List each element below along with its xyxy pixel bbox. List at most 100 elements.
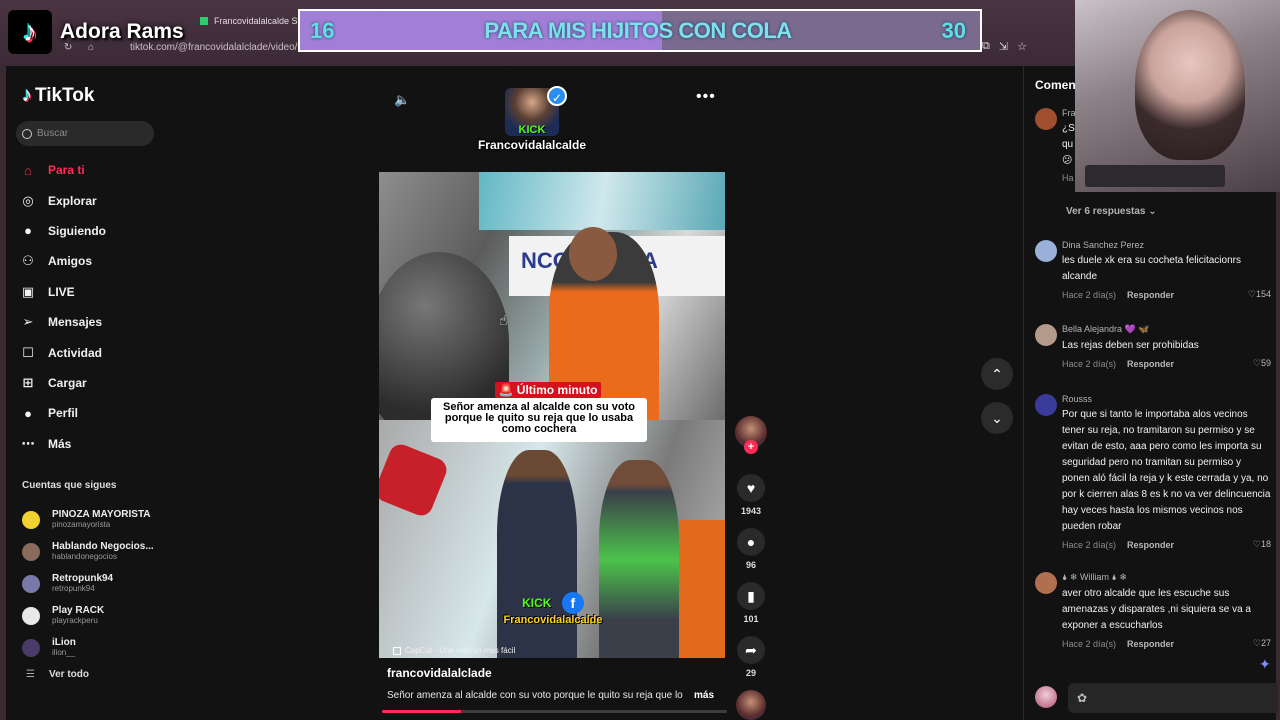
sidebar-item-cargar[interactable]: ⊞ Cargar <box>19 368 169 398</box>
following-list: PINOZA MAYORISTA pinozamayorista Hablando … <box>22 504 172 664</box>
share-icon[interactable]: ➦ <box>737 636 765 664</box>
goal-title: PARA MIS HIJITOS CON COLA <box>484 17 792 43</box>
see-all-label: Ver todo <box>48 669 89 680</box>
sidebar: ♪ TikTok Buscar ⌂ Para ti ◎ Explorar ● Siguie… <box>6 66 176 720</box>
action-rail: + ♥ 1943 ● 96 ▮ 101 ➦ 29 <box>735 416 767 720</box>
avatar <box>22 639 40 657</box>
kick-handle: Francovidalalcalde <box>503 614 603 626</box>
sidebar-item-label: Perfil <box>48 406 79 421</box>
translate-icon[interactable]: ⧉ <box>982 40 990 53</box>
heart-icon[interactable]: ♥ <box>737 474 765 502</box>
video-watermark: ✓ KICK Francovidalalcalde <box>476 86 588 170</box>
comment-user[interactable]: Dina Sanchez Perez <box>1062 240 1271 250</box>
account-name: Play RACK <box>52 605 105 616</box>
sidebar-item-para-ti[interactable]: ⌂ Para ti <box>19 155 169 185</box>
main-nav: ⌂ Para ti ◎ Explorar ● Siguiendo ⚇ Amigos ▣ LIVE ➢… <box>19 155 169 459</box>
sidebar-item-label: LIVE <box>48 284 75 299</box>
sound-avatar[interactable] <box>736 690 766 720</box>
comment-input[interactable]: ✿ <box>1068 683 1278 713</box>
previous-video-button[interactable]: ⌃ <box>981 358 1013 390</box>
sidebar-item-perfil[interactable]: ● Perfil <box>19 398 169 428</box>
comment-time: Hace 2 día(s) <box>1062 358 1117 369</box>
video-author[interactable]: francovidalalclade <box>387 666 492 680</box>
sidebar-item-siguiendo[interactable]: ● Siguiendo <box>19 216 169 246</box>
watermark-kick: KICK <box>518 124 546 136</box>
emoji-icon[interactable]: ✿ <box>1077 691 1087 705</box>
comment-like-count[interactable]: ♡18 <box>1253 539 1271 550</box>
comment-item: 🌢 ❄ William 🌢 ❄ aver otro alcalde que les… <box>1035 572 1271 649</box>
star-icon[interactable]: ☆ <box>1017 40 1027 53</box>
comment-avatar[interactable] <box>1035 240 1057 262</box>
next-video-button[interactable]: ⌄ <box>981 402 1013 434</box>
comment-like-count[interactable]: ♡154 <box>1248 289 1271 300</box>
sidebar-item-amigos[interactable]: ⚇ Amigos <box>19 246 169 276</box>
webcam-overlay <box>1075 0 1280 192</box>
my-avatar <box>1035 686 1057 708</box>
comment-avatar[interactable] <box>1035 572 1057 594</box>
streamer-name: Adora Rams <box>60 20 184 43</box>
followed-account[interactable]: iLion ilion__ <box>22 632 172 664</box>
followed-account[interactable]: Play RACK playrackperu <box>22 600 172 632</box>
sidebar-item-más[interactable]: ⋯ Más <box>19 429 169 459</box>
comment-user[interactable]: Bella Alejandra 💜 🦋 <box>1062 324 1271 335</box>
follow-plus-icon[interactable]: + <box>744 440 758 454</box>
reply-button[interactable]: Responder <box>1127 639 1174 649</box>
officer-figure-2 <box>599 460 679 658</box>
goal-current: 16 <box>310 17 335 43</box>
comment-like-count[interactable]: ♡27 <box>1253 638 1271 649</box>
comment-text: Las rejas deben ser prohibidas <box>1062 340 1199 351</box>
sidebar-item-mensajes[interactable]: ➢ Mensajes <box>19 307 169 337</box>
comment-like-count[interactable]: ♡59 <box>1253 358 1271 369</box>
view-replies-link[interactable]: Ver 6 respuestas ⌄ <box>1066 206 1157 217</box>
avatar <box>22 543 40 561</box>
sidebar-item-explorar[interactable]: ◎ Explorar <box>19 185 169 215</box>
description-more-link[interactable]: más <box>694 690 714 701</box>
account-handle: retropunk94 <box>52 584 95 593</box>
chevron-down-icon: ⌄ <box>991 409 1003 426</box>
comment-avatar[interactable] <box>1035 394 1057 416</box>
capcut-tag[interactable]: CapCut - Una edición más fácil <box>393 646 515 655</box>
comment-avatar[interactable] <box>1035 108 1057 130</box>
video-player[interactable]: NCO VIDALA 🚨 Último minuto 🚨 Señor amenz… <box>379 172 725 658</box>
account-name: PINOZA MAYORISTA <box>52 509 151 520</box>
comment-text: Por que si tanto le importaba alos vecin… <box>1062 409 1271 532</box>
following-title: Cuentas que sigues <box>22 480 117 491</box>
followed-account[interactable]: Hablando Negocios... hablandonegocios <box>22 536 172 568</box>
video-progress-bar[interactable] <box>382 710 727 713</box>
sidebar-item-label: Explorar <box>48 193 97 208</box>
sidebar-item-label: Actividad <box>48 345 103 360</box>
see-all-link[interactable]: ☰ Ver todo <box>26 669 89 680</box>
video-caption: Señor amenza al alcalde con su voto porq… <box>431 398 647 442</box>
watermark-handle: Francovidalalcalde <box>477 138 587 152</box>
following-avatar-icon: ● <box>24 223 32 239</box>
comment-avatar[interactable] <box>1035 324 1057 346</box>
more-options-icon[interactable]: ••• <box>696 88 716 106</box>
sidebar-item-actividad[interactable]: ☐ Actividad <box>19 337 169 367</box>
sidebar-item-live[interactable]: ▣ LIVE <box>19 277 169 307</box>
search-input[interactable]: Buscar <box>16 121 154 146</box>
send-icon: ➢ <box>22 314 34 330</box>
reply-button[interactable]: Responder <box>1127 540 1174 550</box>
avatar <box>22 511 40 529</box>
more-icon: ⋯ <box>21 435 35 451</box>
action-count: 29 <box>745 668 756 678</box>
creator-avatar[interactable]: + <box>735 416 767 454</box>
comment-user[interactable]: Rousss <box>1062 394 1271 404</box>
comment-text: les duele xk era su cocheta felicitacion… <box>1062 255 1241 282</box>
sparkle-icon: ✦ <box>1259 656 1271 672</box>
reply-button[interactable]: Responder <box>1127 359 1174 369</box>
install-app-icon[interactable]: ⇲ <box>999 40 1008 53</box>
followed-account[interactable]: Retropunk94 retropunk94 <box>22 568 172 600</box>
webcam-keyboard <box>1085 165 1225 187</box>
kick-badge: KICK f Francovidalalcalde <box>493 592 613 626</box>
action-count: 1943 <box>740 506 762 516</box>
comment-item: Bella Alejandra 💜 🦋 Las rejas deben ser p… <box>1035 324 1271 369</box>
comment-user[interactable]: 🌢 ❄ William 🌢 ❄ <box>1062 572 1271 583</box>
followed-account[interactable]: PINOZA MAYORISTA pinozamayorista <box>22 504 172 536</box>
reply-button[interactable]: Responder <box>1127 290 1174 300</box>
volume-icon[interactable]: 🔈 <box>394 92 410 108</box>
account-name: Retropunk94 <box>52 573 114 584</box>
tiktok-logo[interactable]: ♪ TikTok <box>22 84 94 107</box>
comment-icon[interactable]: ● <box>737 528 765 556</box>
bookmark-icon[interactable]: ▮ <box>737 582 765 610</box>
